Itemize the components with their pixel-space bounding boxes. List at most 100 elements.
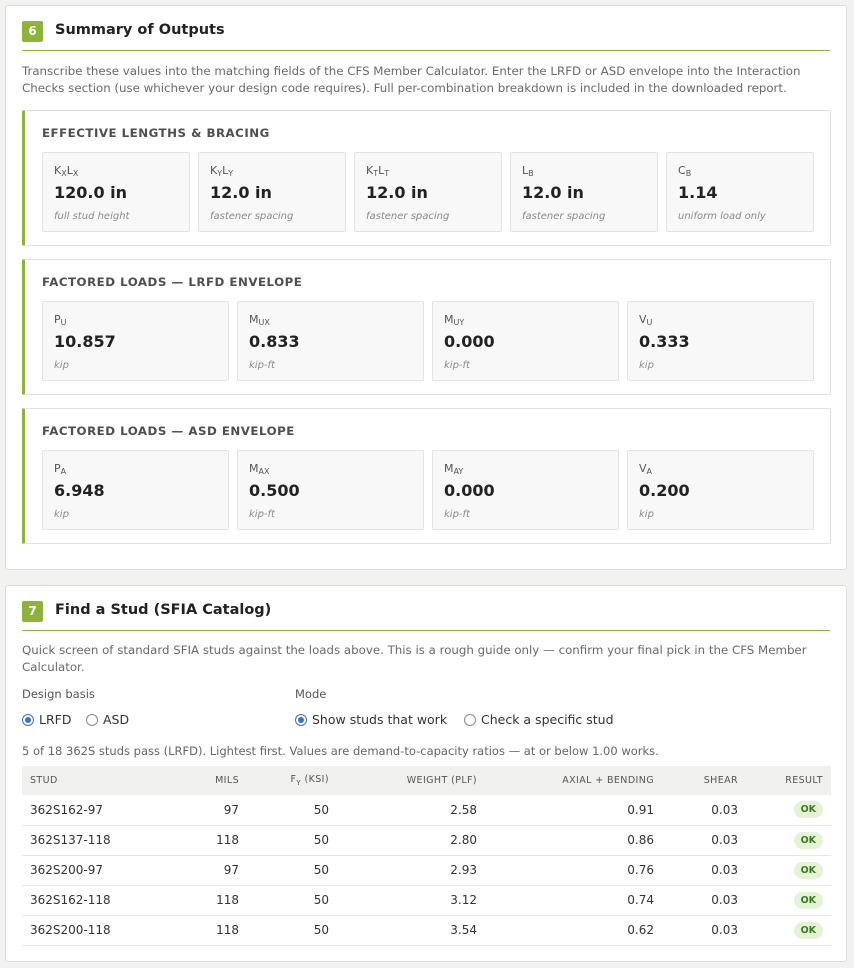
radio-indicator[interactable] — [295, 713, 307, 726]
ok-badge: OK — [793, 921, 823, 939]
output-value: 0.833 — [249, 332, 300, 351]
output-label: KYLY — [210, 164, 234, 178]
output-pu: PU 10.857 kip — [42, 301, 229, 381]
cell-stud: 362S162-118 — [30, 893, 111, 907]
output-note: fastener spacing — [522, 211, 606, 222]
table-row[interactable]: 362S162-118 118 50 3.12 0.74 0.03 OK — [22, 885, 831, 915]
output-unit: kip-ft — [249, 509, 275, 520]
output-note: uniform load only — [678, 211, 766, 222]
ok-badge: OK — [793, 831, 823, 849]
output-value: 0.200 — [639, 481, 690, 500]
cell-weight: 3.12 — [450, 893, 477, 907]
ok-badge: OK — [793, 861, 823, 879]
cell-weight: 2.80 — [450, 833, 477, 847]
radio-indicator[interactable] — [464, 713, 476, 726]
section-description: Transcribe these values into the matchin… — [22, 64, 801, 95]
col-axial-bending[interactable]: AXIAL + BENDING — [485, 766, 662, 795]
cell-axial-bending: 0.86 — [627, 833, 654, 847]
cell-shear: 0.03 — [711, 833, 738, 847]
cell-result: OK — [746, 915, 831, 945]
output-vu: VU 0.333 kip — [627, 301, 814, 381]
panel-title: FACTORED LOADS — ASD ENVELOPE — [42, 424, 295, 438]
output-value: 0.333 — [639, 332, 690, 351]
radio-asd[interactable]: ASD — [86, 712, 129, 727]
output-label: PA — [54, 462, 67, 476]
radio-lrfd[interactable]: LRFD — [22, 712, 71, 727]
radio-indicator[interactable] — [22, 713, 34, 726]
output-va: VA 0.200 kip — [627, 450, 814, 530]
radio-check-specific-stud[interactable]: Check a specific stud — [464, 712, 614, 727]
cell-shear: 0.03 — [711, 863, 738, 877]
cell-axial-bending: 0.91 — [627, 802, 654, 817]
output-may: MAY 0.000 kip-ft — [432, 450, 619, 530]
table-row[interactable]: 362S200-97 97 50 2.93 0.76 0.03 OK — [22, 855, 831, 885]
output-value: 12.0 in — [366, 183, 428, 202]
output-label: VA — [639, 462, 653, 476]
summary-of-outputs-card: 6 Summary of Outputs Transcribe these va… — [5, 5, 847, 570]
output-ktlt: KTLT 12.0 in fastener spacing — [354, 152, 502, 232]
output-unit: kip-ft — [444, 360, 470, 371]
radio-label: LRFD — [39, 712, 72, 727]
table-row[interactable]: 362S200-118 118 50 3.54 0.62 0.03 OK — [22, 915, 831, 945]
output-unit: kip — [639, 360, 654, 371]
cell-mils: 97 — [223, 802, 239, 817]
cell-axial-bending: 0.62 — [627, 923, 654, 937]
output-mux: MUX 0.833 kip-ft — [237, 301, 424, 381]
radio-show-studs-that-work[interactable]: Show studs that work — [295, 712, 447, 727]
radio-label: ASD — [103, 712, 130, 727]
col-result[interactable]: RESULT — [746, 766, 831, 795]
output-value: 12.0 in — [522, 183, 584, 202]
cell-fy: 50 — [313, 833, 329, 847]
col-shear[interactable]: SHEAR — [662, 766, 746, 795]
cell-stud: 362S137-118 — [30, 833, 111, 847]
output-muy: MUY 0.000 kip-ft — [432, 301, 619, 381]
output-kxlx: KXLX 120.0 in full stud height — [42, 152, 190, 232]
output-unit: kip-ft — [249, 360, 275, 371]
output-cb: CB 1.14 uniform load only — [666, 152, 814, 232]
mode-label: Mode — [295, 687, 327, 701]
col-mils[interactable]: MILS — [152, 766, 247, 795]
cell-shear: 0.03 — [711, 802, 738, 817]
output-value: 0.000 — [444, 481, 495, 500]
output-kyly: KYLY 12.0 in fastener spacing — [198, 152, 346, 232]
ok-badge: OK — [793, 801, 823, 819]
output-unit: kip-ft — [444, 509, 470, 520]
radio-label: Show studs that work — [312, 712, 448, 727]
section-header: 7 Find a Stud (SFIA Catalog) — [22, 601, 830, 631]
col-weight[interactable]: WEIGHT (PLF) — [337, 766, 485, 795]
section-title: Find a Stud (SFIA Catalog) — [55, 602, 272, 618]
output-unit: kip — [54, 360, 69, 371]
table-row[interactable]: 362S162-97 97 50 2.58 0.91 0.03 OK — [22, 795, 831, 825]
output-label: PU — [54, 313, 67, 327]
output-unit: kip — [639, 509, 654, 520]
stud-results-table: STUD MILS FY (KSI) WEIGHT (PLF) AXIAL + … — [22, 766, 831, 946]
table-header-row: STUD MILS FY (KSI) WEIGHT (PLF) AXIAL + … — [22, 766, 831, 795]
output-value: 0.000 — [444, 332, 495, 351]
col-stud[interactable]: STUD — [22, 766, 152, 795]
cell-weight: 2.93 — [450, 863, 477, 877]
output-value: 6.948 — [54, 481, 105, 500]
radio-indicator[interactable] — [86, 713, 98, 726]
asd-envelope-panel: FACTORED LOADS — ASD ENVELOPE PA 6.948 k… — [22, 408, 831, 544]
table-row[interactable]: 362S137-118 118 50 2.80 0.86 0.03 OK — [22, 825, 831, 855]
output-value: 120.0 in — [54, 183, 128, 202]
cell-mils: 118 — [216, 923, 239, 937]
panel-title: EFFECTIVE LENGTHS & BRACING — [42, 126, 270, 140]
section-number-badge: 6 — [22, 21, 43, 42]
cell-result: OK — [746, 825, 831, 855]
output-label: VU — [639, 313, 653, 327]
col-fy[interactable]: FY (KSI) — [247, 766, 337, 795]
cell-mils: 118 — [216, 893, 239, 907]
output-pa: PA 6.948 kip — [42, 450, 229, 530]
results-summary: 5 of 18 362S studs pass (LRFD). Lightest… — [22, 744, 659, 758]
lrfd-envelope-panel: FACTORED LOADS — LRFD ENVELOPE PU 10.857… — [22, 259, 831, 395]
cell-weight: 2.58 — [450, 802, 477, 817]
cell-shear: 0.03 — [711, 923, 738, 937]
output-value: 1.14 — [678, 183, 718, 202]
output-label: MUX — [249, 313, 270, 327]
output-label: KXLX — [54, 164, 79, 178]
radio-label: Check a specific stud — [481, 712, 614, 727]
cell-stud: 362S200-118 — [30, 923, 111, 937]
cell-mils: 118 — [216, 833, 239, 847]
effective-lengths-panel: EFFECTIVE LENGTHS & BRACING KXLX 120.0 i… — [22, 110, 831, 246]
